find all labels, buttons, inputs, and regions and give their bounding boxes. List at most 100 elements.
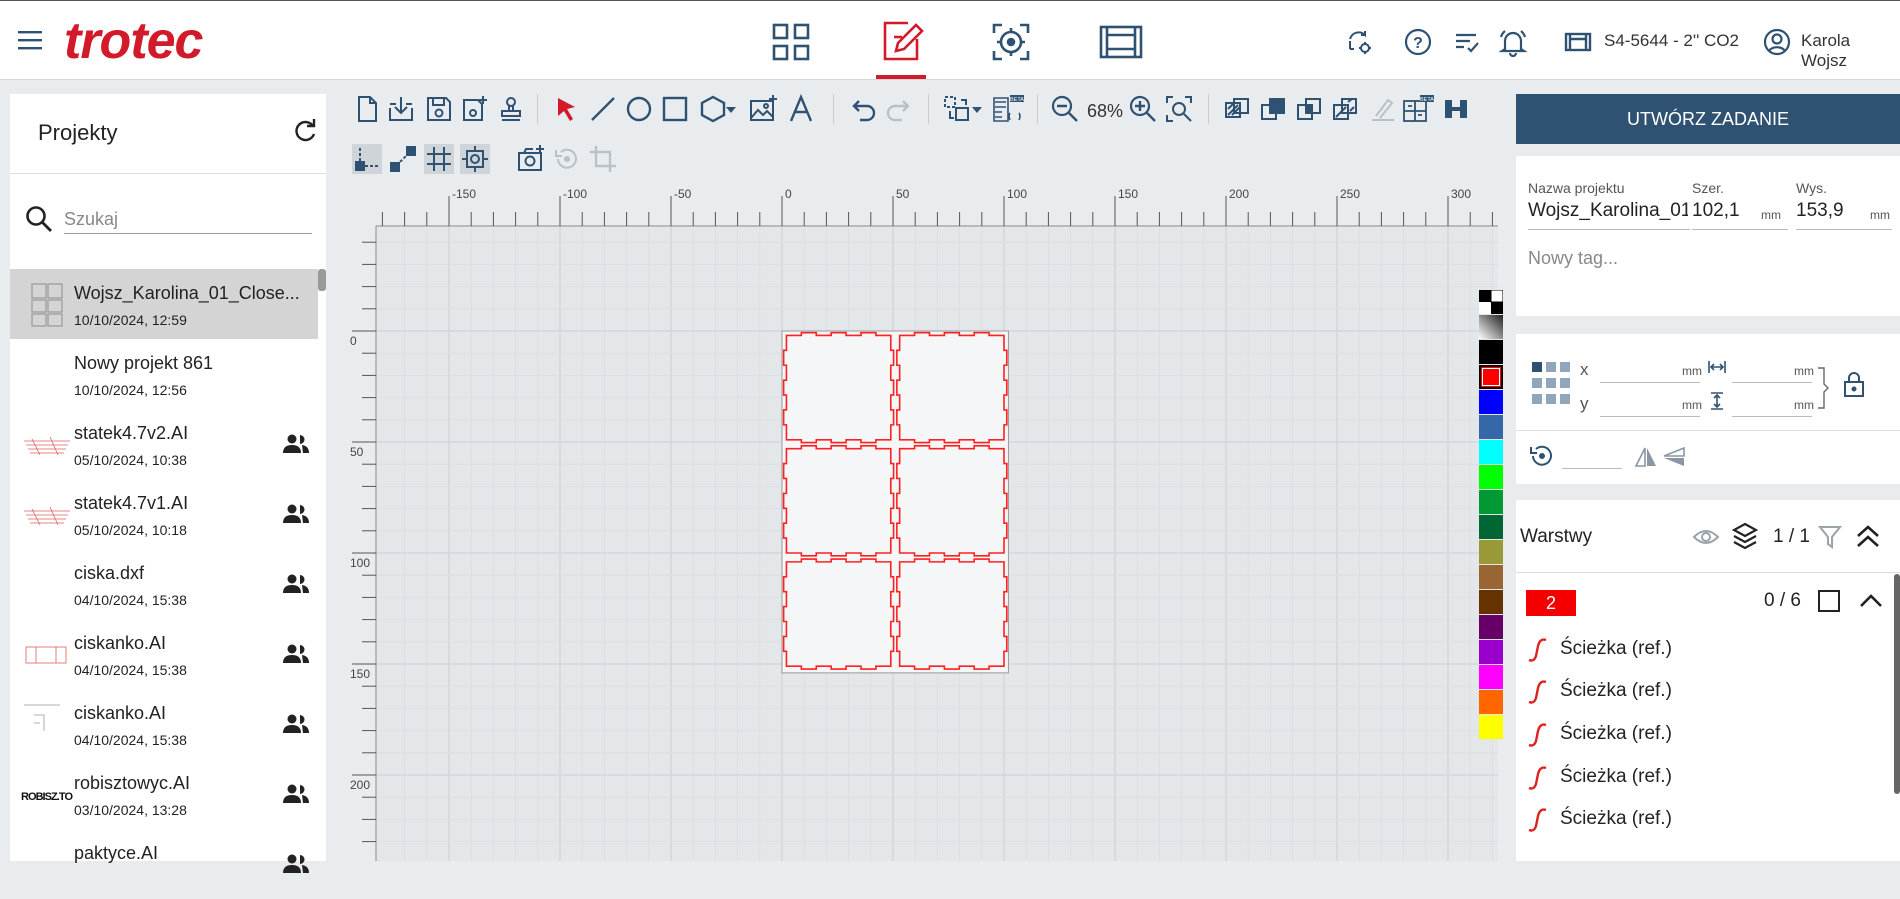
project-list-item[interactable]: ciska.dxf 04/10/2024, 15:38 [10, 549, 318, 619]
variable-data-beta-icon[interactable]: BETA [992, 94, 1026, 124]
project-list-item[interactable]: paktyce.AI [10, 829, 318, 899]
swatch-color[interactable] [1479, 390, 1503, 414]
crop-icon[interactable] [588, 144, 618, 174]
undo-icon[interactable] [848, 94, 878, 124]
y-field[interactable] [1600, 416, 1700, 417]
align-icon[interactable] [1442, 94, 1472, 124]
image-tool-icon[interactable] [748, 94, 778, 124]
project-name-field[interactable]: Wojsz_Karolina_01 [1528, 200, 1688, 222]
swatch-color[interactable] [1479, 565, 1503, 589]
save-icon[interactable] [424, 94, 454, 124]
project-list-item[interactable]: Wojsz_Karolina_01_Close... 10/10/2024, 12… [10, 269, 318, 339]
width-field[interactable]: 102,1 [1692, 200, 1740, 222]
panel-scrollbar[interactable] [1894, 574, 1900, 794]
ellipse-tool-icon[interactable] [624, 94, 654, 124]
job-queue-icon[interactable] [1096, 17, 1146, 67]
sync-settings-icon[interactable] [1344, 27, 1374, 57]
exclude-icon[interactable] [1330, 94, 1360, 124]
snap-to-object-icon[interactable] [460, 144, 490, 174]
project-list-item[interactable]: Nowy projekt 861 10/10/2024, 12:56 [10, 339, 318, 409]
project-list-item[interactable]: statek4.7v2.AI 05/10/2024, 10:38 [10, 409, 318, 479]
dropdown-arrow-icon[interactable] [970, 94, 984, 124]
shared-users-icon[interactable] [282, 853, 310, 875]
task-list-icon[interactable] [1452, 27, 1482, 57]
design-canvas[interactable]: -150 -100 -50 0 50 100 150 200 250 300 0 50 100 150 20… [348, 182, 1498, 861]
help-icon[interactable]: ? [1403, 27, 1433, 57]
new-tag-input[interactable]: Nowy tag... [1528, 248, 1618, 269]
snap-to-nodes-icon[interactable] [352, 144, 382, 174]
swatch-color[interactable] [1479, 640, 1503, 664]
swatch-color[interactable] [1479, 365, 1503, 389]
menu-icon[interactable] [18, 29, 44, 51]
shared-users-icon[interactable] [282, 713, 310, 735]
project-list-item[interactable]: ciskanko.AI 04/10/2024, 15:38 [10, 619, 318, 689]
zoom-in-icon[interactable] [1128, 94, 1158, 124]
chevron-up-icon[interactable] [1858, 588, 1884, 614]
shared-users-icon[interactable] [282, 783, 310, 805]
dashboard-icon[interactable] [766, 17, 816, 67]
dropdown-arrow-icon[interactable] [724, 94, 738, 124]
swatch-color[interactable] [1479, 540, 1503, 564]
height-field[interactable]: 153,9 [1796, 200, 1844, 222]
weld-icon[interactable] [1222, 94, 1252, 124]
text-tool-icon[interactable] [786, 94, 816, 124]
search-input[interactable] [64, 206, 312, 234]
position-icon[interactable] [986, 17, 1036, 67]
subtract-icon[interactable] [1258, 94, 1288, 124]
rotate-icon[interactable] [1528, 442, 1556, 470]
layer-path-item[interactable]: Ścieżka (ref.) [1516, 715, 1900, 755]
stamp-icon[interactable] [496, 94, 526, 124]
flip-vertical-icon[interactable] [1662, 446, 1686, 468]
rectangle-tool-icon[interactable] [660, 94, 690, 124]
zoom-level[interactable]: 68% [1087, 101, 1123, 122]
nesting-beta-icon[interactable]: BETA [1402, 94, 1436, 124]
import-icon[interactable] [386, 94, 416, 124]
filter-icon[interactable] [1818, 524, 1842, 550]
swatch-color[interactable] [1479, 465, 1503, 489]
shared-users-icon[interactable] [282, 433, 310, 455]
machine-name[interactable]: S4-5644 - 2'' CO2 [1604, 31, 1739, 51]
anchor-grid-icon[interactable] [1532, 362, 1572, 406]
new-file-icon[interactable] [352, 94, 382, 124]
swatch-color[interactable] [1479, 440, 1503, 464]
flip-horizontal-icon[interactable] [1634, 446, 1658, 468]
swatch-color[interactable] [1479, 715, 1503, 739]
swatch-color[interactable] [1479, 515, 1503, 539]
visibility-eye-icon[interactable] [1692, 526, 1720, 548]
h-field[interactable] [1732, 416, 1812, 417]
swatch-color[interactable] [1479, 490, 1503, 514]
list-scrollbar[interactable] [318, 269, 326, 291]
notifications-icon[interactable] [1498, 27, 1528, 57]
swatch-grayscale[interactable] [1479, 315, 1503, 339]
layer-path-item[interactable]: Ścieżka (ref.) [1516, 800, 1900, 840]
zoom-fit-icon[interactable] [1164, 94, 1194, 124]
rotation-field[interactable] [1562, 468, 1622, 469]
layer-path-item[interactable]: Ścieżka (ref.) [1516, 672, 1900, 712]
save-as-icon[interactable] [460, 94, 490, 124]
grid-icon[interactable] [424, 144, 454, 174]
swatch-black[interactable] [1479, 340, 1503, 364]
shared-users-icon[interactable] [282, 643, 310, 665]
layer-path-item[interactable]: Ścieżka (ref.) [1516, 758, 1900, 798]
arrange-icon[interactable] [942, 94, 972, 124]
zoom-out-icon[interactable] [1050, 94, 1080, 124]
camera-add-icon[interactable] [516, 144, 546, 174]
layers-stack-icon[interactable] [1732, 522, 1758, 550]
project-list-item[interactable]: ROBISZ.TO robisztowyc.AI 03/10/2024, 13:28 [10, 759, 318, 829]
project-list-item[interactable]: ciskanko.AI 04/10/2024, 15:38 [10, 689, 318, 759]
w-field[interactable] [1732, 382, 1812, 383]
select-pointer-icon[interactable] [552, 94, 582, 124]
user-name[interactable]: Karola Wojsz [1801, 31, 1900, 71]
layer-color-badge[interactable]: 2 [1526, 590, 1576, 616]
intersect-icon[interactable] [1294, 94, 1324, 124]
rotate-refresh-icon[interactable] [552, 144, 582, 174]
layer-path-item[interactable]: Ścieżka (ref.) [1516, 630, 1900, 670]
redo-icon[interactable] [884, 94, 914, 124]
design-icon[interactable] [876, 17, 926, 67]
swatch-color[interactable] [1479, 415, 1503, 439]
refresh-icon[interactable] [292, 118, 318, 144]
fill-hatch-icon[interactable] [1368, 94, 1398, 124]
swatch-color[interactable] [1479, 665, 1503, 689]
snap-to-line-icon[interactable] [388, 144, 418, 174]
line-tool-icon[interactable] [588, 94, 618, 124]
